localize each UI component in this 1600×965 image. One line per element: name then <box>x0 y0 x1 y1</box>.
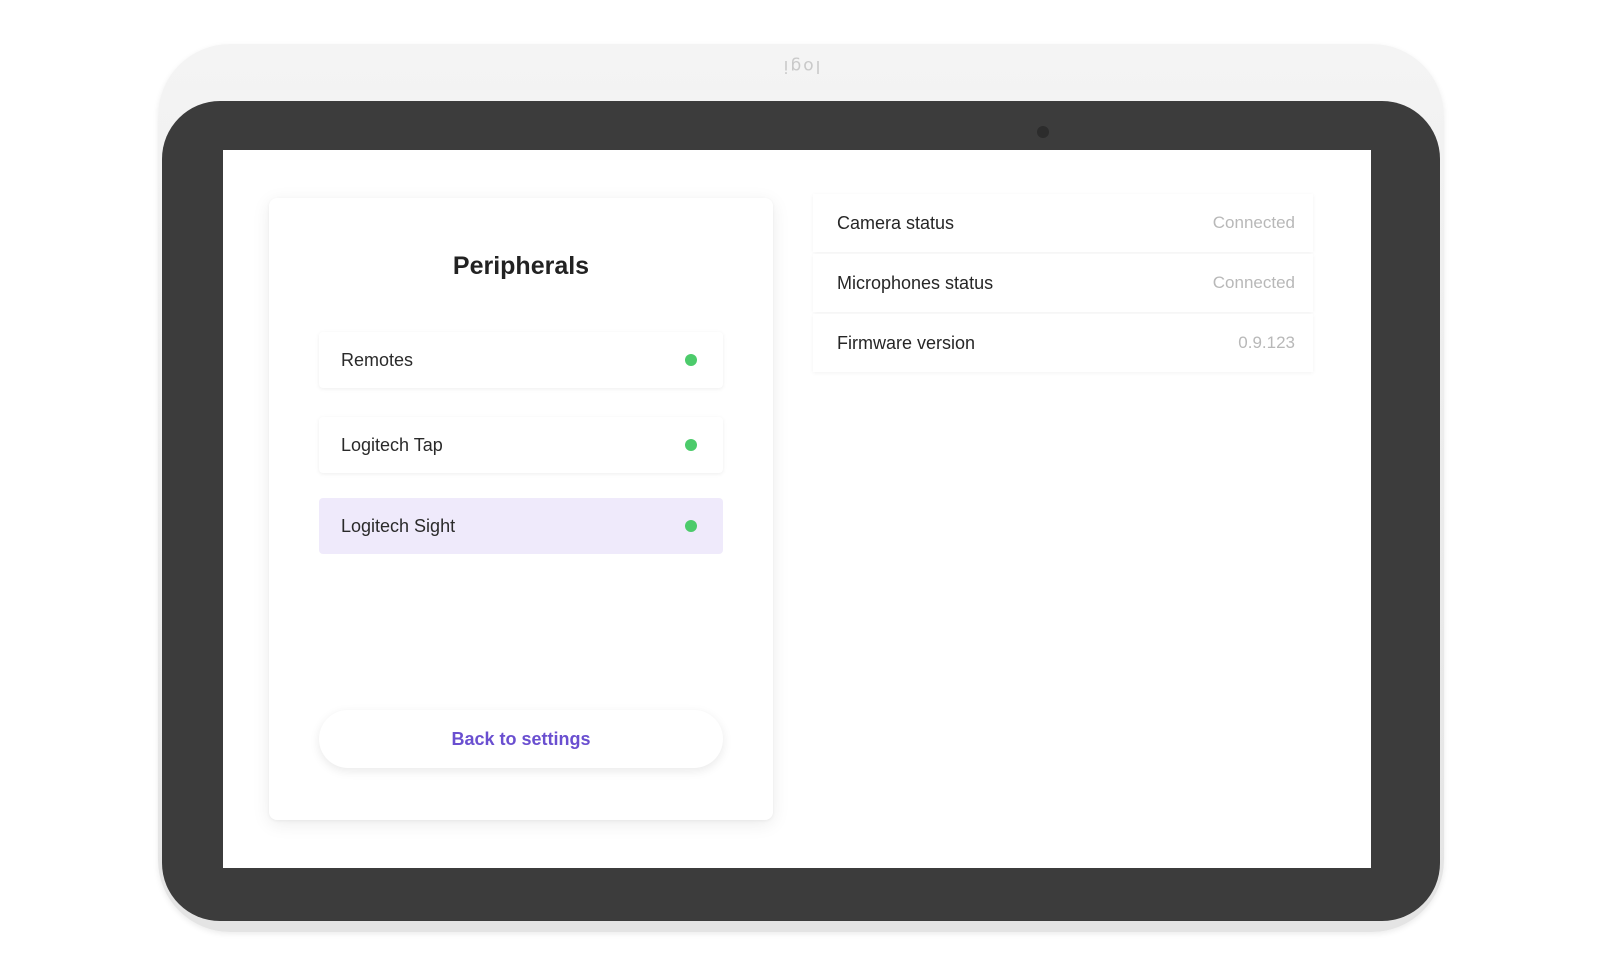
page-title: Peripherals <box>452 252 590 280</box>
device-logo: logi <box>781 56 821 76</box>
detail-row-microphones-status: Microphones status Connected <box>813 254 1313 312</box>
detail-label: Microphones status <box>837 272 994 293</box>
peripheral-item-logitech-tap[interactable]: Logitech Tap <box>319 417 723 473</box>
detail-value: Connected <box>1212 273 1295 292</box>
status-dot-icon <box>685 520 697 532</box>
detail-row-camera-status: Camera status Connected <box>813 194 1313 252</box>
peripheral-item-label: Remotes <box>341 349 414 370</box>
detail-value: 0.9.123 <box>1238 333 1295 352</box>
status-dot-icon <box>685 439 697 451</box>
detail-value: Connected <box>1212 213 1295 232</box>
detail-label: Firmware version <box>837 332 976 353</box>
peripheral-item-label: Logitech Sight <box>341 515 456 536</box>
peripheral-item-remotes[interactable]: Remotes <box>319 332 723 388</box>
peripherals-card: Peripherals Remotes Logitech Tap Logitec… <box>269 198 773 820</box>
camera-lens-icon <box>1037 126 1049 138</box>
device-screen: Peripherals Remotes Logitech Tap Logitec… <box>223 150 1371 868</box>
detail-row-firmware-version: Firmware version 0.9.123 <box>813 314 1313 372</box>
status-dot-icon <box>685 354 697 366</box>
peripheral-item-logitech-sight[interactable]: Logitech Sight <box>319 498 723 554</box>
detail-label: Camera status <box>837 212 955 233</box>
peripheral-details-panel: Camera status Connected Microphones stat… <box>813 194 1313 374</box>
back-to-settings-button[interactable]: Back to settings <box>319 710 723 768</box>
peripheral-item-label: Logitech Tap <box>341 434 443 455</box>
